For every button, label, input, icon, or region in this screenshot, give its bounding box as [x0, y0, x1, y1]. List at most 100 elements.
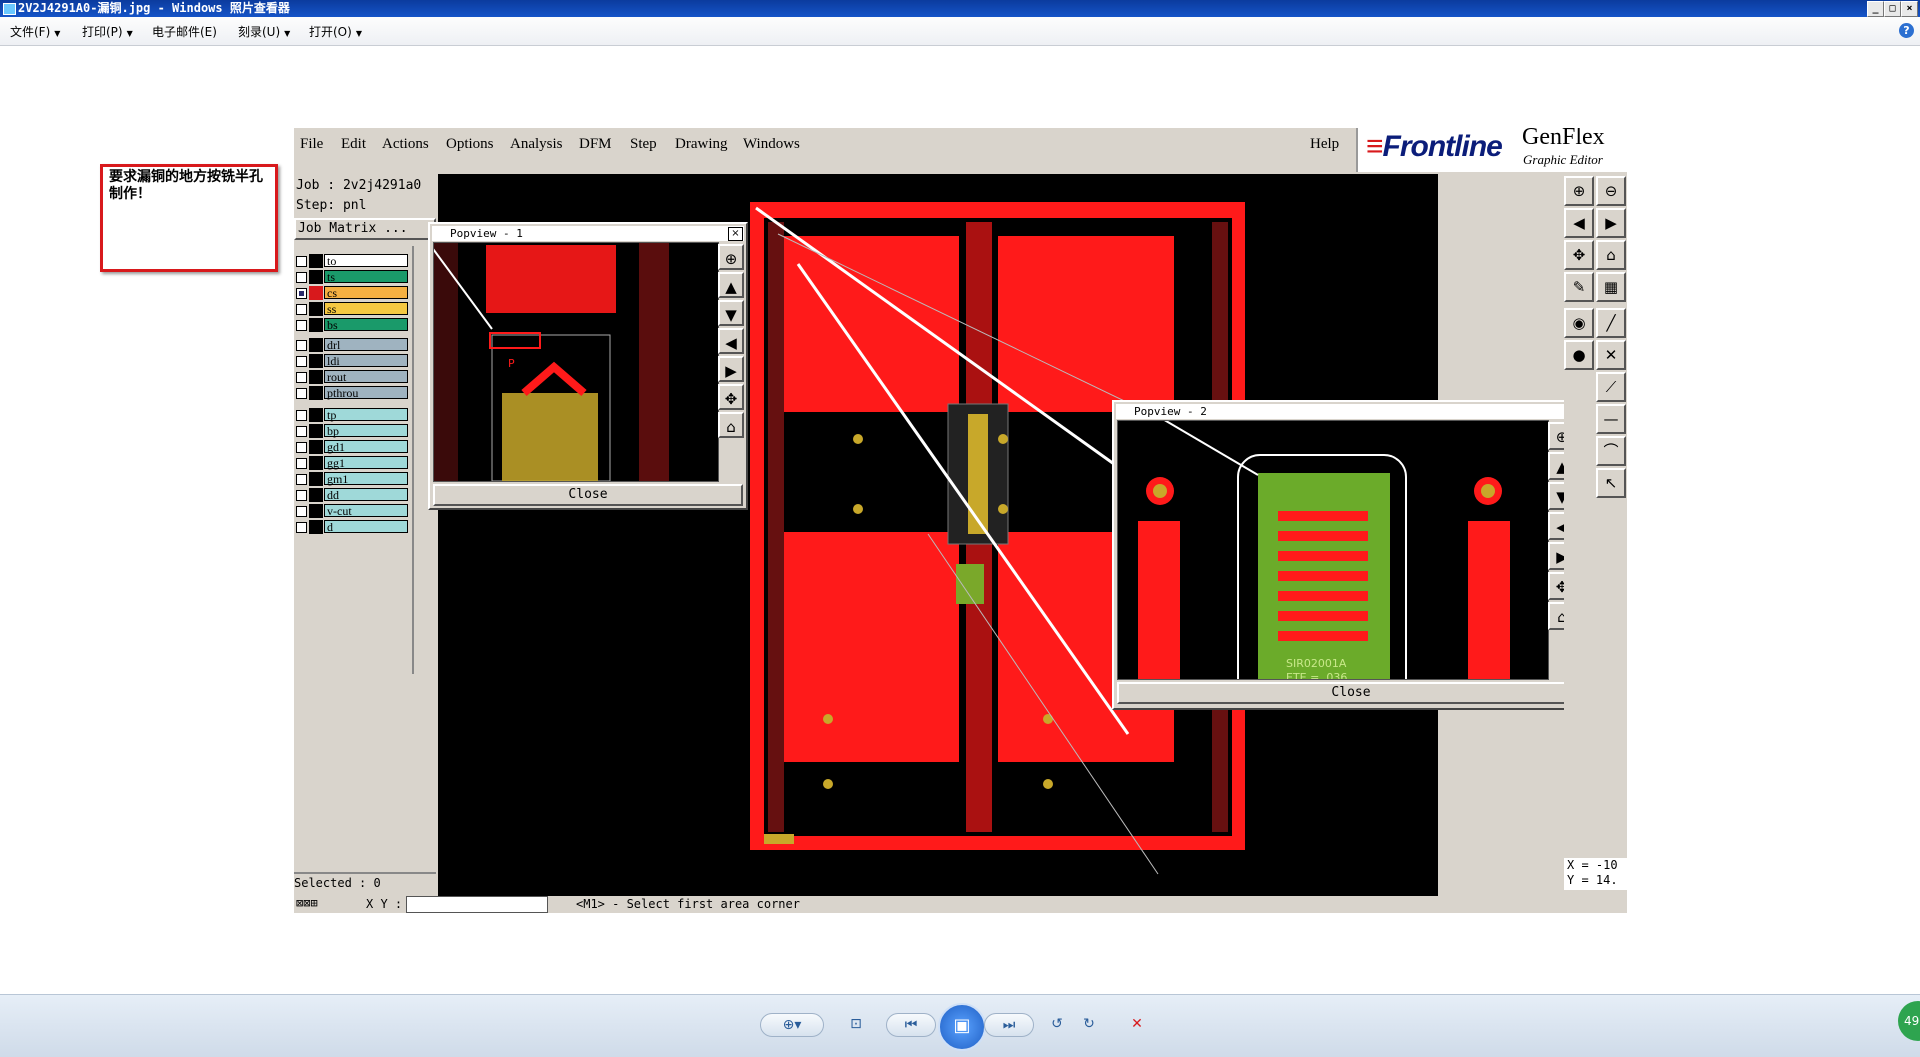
layer-row-ss[interactable]: ss [294, 302, 410, 316]
layer-row-to[interactable]: to [294, 254, 410, 268]
layer-row-cs[interactable]: cs [294, 286, 410, 300]
layer-name: gg1 [324, 456, 408, 469]
tool-draw-line-button[interactable]: ⟋ [1596, 372, 1626, 402]
layer-row-rout[interactable]: rout [294, 370, 410, 384]
layer-checkbox[interactable] [296, 272, 307, 283]
tool-line-button[interactable]: ╱ [1596, 308, 1626, 338]
rotate-left-icon[interactable]: ↺ [1044, 1013, 1070, 1037]
gf-menu-dfm[interactable]: DFM [579, 136, 612, 153]
layer-row-ldi[interactable]: ldi [294, 354, 410, 368]
popview-1-title: Popview - 1 [432, 226, 744, 241]
gf-menu-analysis[interactable]: Analysis [510, 136, 563, 153]
help-icon[interactable]: ? [1899, 23, 1914, 38]
logo-brand: ≡Frontline [1366, 130, 1503, 163]
tool-select-button[interactable]: ↖ [1596, 468, 1626, 498]
zoom-icon[interactable]: ⊕▾ [760, 1013, 824, 1037]
menu-print[interactable]: 打印(P) ▼ [82, 23, 133, 40]
layer-checkbox[interactable] [296, 442, 307, 453]
popview-1-canvas[interactable]: P [433, 242, 719, 482]
pv1-pan-down-button[interactable]: ▼ [718, 300, 744, 326]
tool-pan-left-button[interactable]: ◀ [1564, 208, 1594, 238]
next-icon[interactable]: ⏭ [984, 1013, 1034, 1037]
menu-file[interactable]: 文件(F) ▼ [10, 23, 60, 40]
pv1-pan-right-button[interactable]: ▶ [718, 356, 744, 382]
slideshow-icon[interactable]: ▣ [938, 1003, 986, 1051]
tool-grid-button[interactable]: ▦ [1596, 272, 1626, 302]
close-window-button[interactable]: × [1901, 1, 1918, 17]
popview-2-close-button[interactable]: Close [1117, 682, 1585, 704]
layer-row-drl[interactable]: drl [294, 338, 410, 352]
job-matrix-button[interactable]: Job Matrix ... [294, 218, 436, 240]
layer-swatch [309, 408, 323, 422]
tool-snap-button[interactable]: ◉ [1564, 308, 1594, 338]
tool-pads-button[interactable]: ● [1564, 340, 1594, 370]
minimize-button[interactable]: _ [1867, 1, 1884, 17]
layer-row-gm1[interactable]: gm1 [294, 472, 410, 486]
pv1-home-button[interactable]: ⌂ [718, 412, 744, 438]
layer-checkbox[interactable] [296, 256, 307, 267]
gf-menu-windows[interactable]: Windows [743, 136, 800, 153]
gf-menu-actions[interactable]: Actions [382, 136, 429, 153]
tool-arc-button[interactable]: ⌒ [1596, 436, 1626, 466]
tool-measure-button[interactable]: ✎ [1564, 272, 1594, 302]
layer-row-gg1[interactable]: gg1 [294, 456, 410, 470]
tool-zoom-out-button[interactable]: ⊖ [1596, 176, 1626, 206]
layer-checkbox[interactable] [296, 356, 307, 367]
layer-checkbox[interactable] [296, 320, 307, 331]
layer-row-bs[interactable]: bs [294, 318, 410, 332]
pv1-pan-up-button[interactable]: ▲ [718, 272, 744, 298]
gf-menu-step[interactable]: Step [630, 136, 657, 153]
menu-open[interactable]: 打开(O) ▼ [309, 23, 362, 40]
status-tool-icon[interactable]: ⊠⊠⊞ [296, 896, 318, 910]
layer-row-v-cut[interactable]: v-cut [294, 504, 410, 518]
xy-input[interactable] [406, 896, 548, 913]
layer-row-ts[interactable]: ts [294, 270, 410, 284]
viewer-controls-bar: ⊕▾ ⊡ ⏮ ▣ ⏭ ↺ ↻ ✕ 49 [0, 994, 1920, 1057]
layer-row-bp[interactable]: bp [294, 424, 410, 438]
layer-row-gd1[interactable]: gd1 [294, 440, 410, 454]
layer-row-dd[interactable]: dd [294, 488, 410, 502]
layer-checkbox[interactable] [296, 340, 307, 351]
tool-zoom-in-button[interactable]: ⊕ [1564, 176, 1594, 206]
layer-checkbox[interactable] [296, 288, 307, 299]
gf-menu-help[interactable]: Help [1310, 136, 1339, 153]
tool-home-button[interactable]: ⌂ [1596, 240, 1626, 270]
layer-name: ts [324, 270, 408, 283]
popview-1-close-x-button[interactable]: × [728, 227, 743, 241]
layer-checkbox[interactable] [296, 410, 307, 421]
maximize-button[interactable]: □ [1884, 1, 1901, 17]
pv1-pan-left-button[interactable]: ◀ [718, 328, 744, 354]
delete-icon[interactable]: ✕ [1122, 1013, 1152, 1037]
tool-cross-button[interactable]: ✕ [1596, 340, 1626, 370]
pv1-fit-button[interactable]: ✥ [718, 384, 744, 410]
logo-product: GenFlex [1522, 128, 1605, 150]
layer-checkbox[interactable] [296, 506, 307, 517]
layer-row-d[interactable]: d [294, 520, 410, 534]
tool-pan-right-button[interactable]: ▶ [1596, 208, 1626, 238]
layer-checkbox[interactable] [296, 388, 307, 399]
menu-email[interactable]: 电子邮件(E) [152, 23, 217, 40]
layer-row-tp[interactable]: tp [294, 408, 410, 422]
layer-checkbox[interactable] [296, 458, 307, 469]
gf-menu-options[interactable]: Options [446, 136, 494, 153]
gf-menu-drawing[interactable]: Drawing [675, 136, 728, 153]
chevron-down-icon: ▼ [54, 29, 61, 38]
rotate-right-icon[interactable]: ↻ [1076, 1013, 1102, 1037]
gf-menu-file[interactable]: File [300, 136, 323, 153]
popview-1-close-button[interactable]: Close [433, 484, 743, 506]
tool-fit-button[interactable]: ✥ [1564, 240, 1594, 270]
layer-checkbox[interactable] [296, 522, 307, 533]
layer-checkbox[interactable] [296, 372, 307, 383]
fit-window-icon[interactable]: ⊡ [836, 1013, 876, 1037]
previous-icon[interactable]: ⏮ [886, 1013, 936, 1037]
layer-checkbox[interactable] [296, 426, 307, 437]
layer-checkbox[interactable] [296, 304, 307, 315]
gf-menu-edit[interactable]: Edit [341, 136, 366, 153]
layer-row-pthrou[interactable]: pthrou [294, 386, 410, 400]
menu-burn[interactable]: 刻录(U) ▼ [238, 23, 290, 40]
popview-2-canvas[interactable]: SIR02001A ETE = .036 [1117, 420, 1549, 680]
layer-checkbox[interactable] [296, 474, 307, 485]
pv1-zoom-in-button[interactable]: ⊕ [718, 244, 744, 270]
tool-hline-button[interactable]: — [1596, 404, 1626, 434]
layer-checkbox[interactable] [296, 490, 307, 501]
